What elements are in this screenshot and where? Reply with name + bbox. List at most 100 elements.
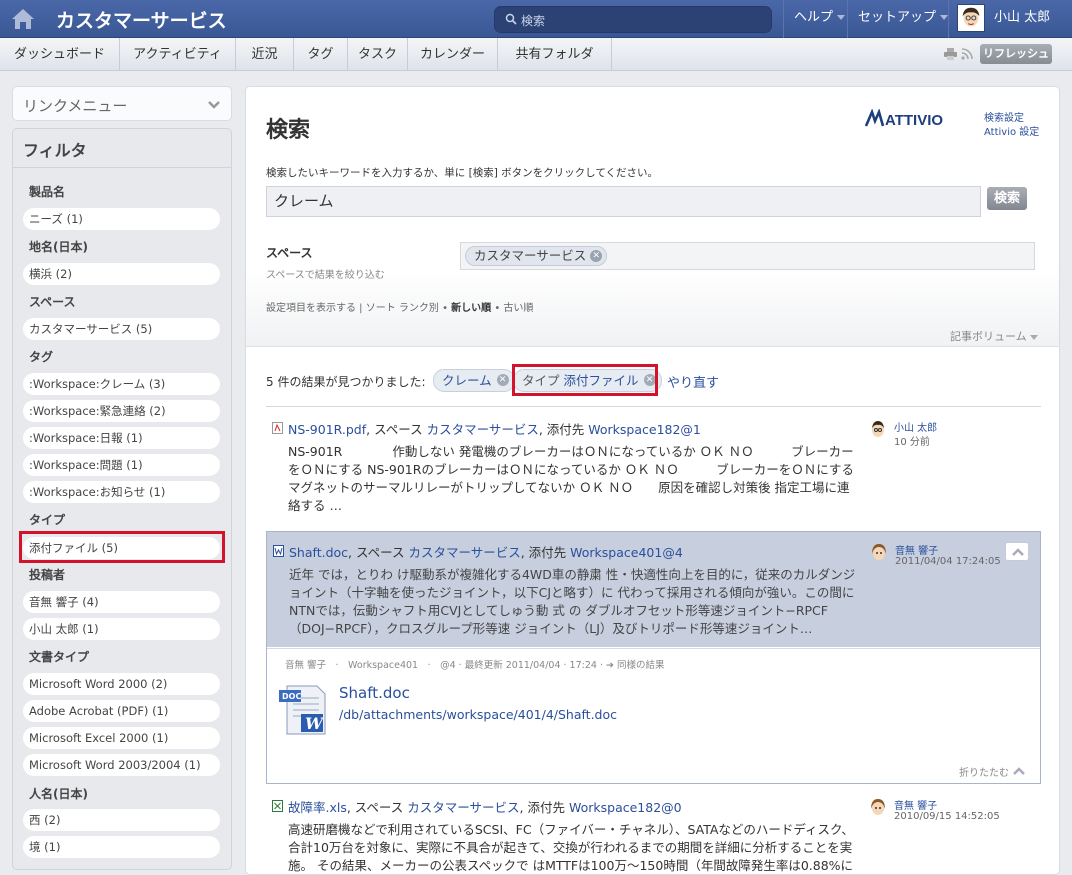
user-avatar[interactable] <box>868 797 888 817</box>
search-result: 故障率.xls, スペース カスタマーサービス, 添付先 Workspace18… <box>266 797 1041 874</box>
result-space-link[interactable]: カスタマーサービス <box>408 545 520 560</box>
result-attach-prefix: , 添付先 <box>519 800 569 815</box>
setup-label: セットアップ <box>858 10 937 25</box>
filter-item[interactable]: :Workspace:問題 (1) <box>23 454 220 476</box>
tab-calendar[interactable]: カレンダー <box>408 38 498 71</box>
attivio-logo-text: ATTIVIO <box>885 112 943 129</box>
user-avatar[interactable] <box>869 542 889 562</box>
filter-item[interactable]: ニーズ (1) <box>23 208 220 230</box>
result-space-link[interactable]: カスタマーサービス <box>427 422 539 437</box>
filter-title: フィルタ <box>23 141 87 160</box>
search-query-input[interactable]: クレーム <box>266 186 981 217</box>
space-filter-input[interactable]: カスタマーサービス ✕ <box>460 242 1035 270</box>
article-volume-menu[interactable]: 記事ボリューム <box>950 328 1039 344</box>
space-hint: スペースで結果を絞り込む <box>266 270 385 281</box>
tab-tags[interactable]: タグ <box>294 38 348 71</box>
fold-link[interactable]: 折りたたむ <box>959 764 1026 779</box>
tab-dashboard[interactable]: ダッシュボード <box>0 38 120 71</box>
filter-item[interactable]: :Workspace:日報 (1) <box>23 427 220 449</box>
sort-newest[interactable]: 新しい順 <box>451 303 491 314</box>
search-settings-link[interactable]: 検索設定 <box>984 109 1024 124</box>
divider <box>267 648 1040 649</box>
link-menu-dropdown[interactable]: リンクメニュー <box>12 86 232 121</box>
result-space-prefix: , スペース <box>346 800 408 815</box>
filter-item[interactable]: Adobe Acrobat (PDF) (1) <box>23 700 220 722</box>
setup-menu[interactable]: セットアップ <box>847 0 958 38</box>
user-name: 小山 太郎 <box>994 10 1051 25</box>
filter-section-type: タイプ <box>29 513 66 527</box>
result-space-prefix: , スペース <box>348 545 409 560</box>
refresh-button[interactable]: リフレッシュ <box>980 44 1052 64</box>
tab-shared-folder[interactable]: 共有フォルダ <box>498 38 612 71</box>
result-author[interactable]: 音無 響子 <box>895 542 938 557</box>
result-attach-link[interactable]: Workspace182@0 <box>569 800 682 815</box>
attivio-settings-link[interactable]: Attivio 設定 <box>984 123 1039 138</box>
result-attach-link[interactable]: Workspace182@1 <box>588 422 701 437</box>
filter-section-space: スペース <box>29 295 76 309</box>
redo-link[interactable]: やり直す <box>667 372 719 391</box>
filter-item[interactable]: Microsoft Word 2003/2004 (1) <box>23 754 220 776</box>
result-attach-link[interactable]: Workspace401@4 <box>570 545 683 560</box>
filter-item[interactable]: 横浜 (2) <box>23 263 220 285</box>
filter-section-doctype: 文書タイプ <box>29 650 90 664</box>
filter-item[interactable]: 音無 響子 (4) <box>23 591 220 613</box>
result-author[interactable]: 音無 響子 <box>894 797 937 812</box>
filter-item[interactable]: 西 (2) <box>23 809 220 831</box>
result-space-link[interactable]: カスタマーサービス <box>407 800 519 815</box>
chevron-up-icon <box>1012 548 1024 556</box>
attachment-name-link[interactable]: Shaft.doc <box>339 684 410 702</box>
result-title: Shaft.doc, スペース カスタマーサービス, 添付先 Workspace… <box>289 542 683 561</box>
remove-icon[interactable]: ✕ <box>496 374 509 386</box>
filter-item[interactable]: :Workspace:緊急連絡 (2) <box>23 400 220 422</box>
chevron-up-icon <box>1013 767 1026 775</box>
result-time: 2010/09/15 14:52:05 <box>894 811 1000 822</box>
home-icon[interactable] <box>10 7 36 31</box>
space-token-label: カスタマーサービス <box>474 248 587 263</box>
filter-panel: フィルタ 製品名 ニーズ (1) 地名(日本) 横浜 (2) スペース カスタマ… <box>12 128 232 870</box>
fold-label: 折りたたむ <box>959 768 1009 779</box>
user-avatar[interactable] <box>957 4 985 32</box>
pdf-file-icon <box>272 422 283 434</box>
svg-text:W: W <box>305 714 325 733</box>
app-title[interactable]: カスタマーサービス <box>56 6 227 33</box>
result-attach-prefix: , 添付先 <box>520 545 571 560</box>
filter-item[interactable]: :Workspace:クレーム (3) <box>23 373 220 395</box>
search-icon <box>505 13 517 25</box>
chevron-down-icon <box>1030 334 1039 340</box>
help-menu[interactable]: ヘルプ <box>783 0 855 38</box>
filter-section-tags: タグ <box>29 350 54 364</box>
filter-item[interactable]: Microsoft Excel 2000 (1) <box>23 727 220 749</box>
sort-oldest[interactable]: • 古い順 <box>491 303 533 314</box>
result-time: 2011/04/04 17:24:05 <box>895 556 1001 567</box>
tab-tasks[interactable]: タスク <box>348 38 408 71</box>
result-snippet: 高速研磨機などで利用されているSCSI、FC（ファイバー・チャネル）、SATAな… <box>288 822 854 873</box>
filter-item[interactable]: 境 (1) <box>23 836 220 858</box>
tab-activity[interactable]: アクティビティ <box>120 38 236 71</box>
global-search-input[interactable]: 検索 <box>494 6 772 33</box>
tab-recent[interactable]: 近況 <box>236 38 294 71</box>
space-token[interactable]: カスタマーサービス ✕ <box>465 246 608 266</box>
filter-section-person: 人名(日本) <box>29 787 88 801</box>
result-file-link[interactable]: Shaft.doc <box>289 545 348 560</box>
remove-icon[interactable]: ✕ <box>590 250 603 262</box>
result-meta: 音無 響子 · Workspace401 · @4 · 最終更新 2011/04… <box>285 660 665 671</box>
highlight-box <box>19 531 225 563</box>
page-title: 検索 <box>266 118 311 143</box>
result-author[interactable]: 小山 太郎 <box>894 419 937 434</box>
collapse-button[interactable] <box>1005 542 1029 561</box>
filter-item[interactable]: :Workspace:お知らせ (1) <box>23 481 220 503</box>
link-menu-label: リンクメニュー <box>23 97 128 115</box>
filter-item[interactable]: Microsoft Word 2000 (2) <box>23 673 220 695</box>
user-avatar[interactable] <box>868 419 888 439</box>
result-file-link[interactable]: 故障率.xls <box>288 800 347 815</box>
filter-item[interactable]: カスタマーサービス (5) <box>23 318 220 340</box>
result-file-link[interactable]: NS-901R.pdf <box>288 422 366 437</box>
active-filter-query[interactable]: クレーム ✕ <box>433 369 515 392</box>
search-button[interactable]: 検索 <box>987 187 1027 210</box>
print-icon[interactable] <box>944 48 957 60</box>
rss-icon[interactable] <box>961 48 973 60</box>
attachment-path-link[interactable]: /db/attachments/workspace/401/4/Shaft.do… <box>339 707 617 722</box>
doc-file-icon[interactable]: DOC W <box>277 684 333 736</box>
sort-prefix[interactable]: 設定項目を表示する | ソート ランク別 • <box>266 303 451 314</box>
filter-item[interactable]: 小山 太郎 (1) <box>23 618 220 640</box>
